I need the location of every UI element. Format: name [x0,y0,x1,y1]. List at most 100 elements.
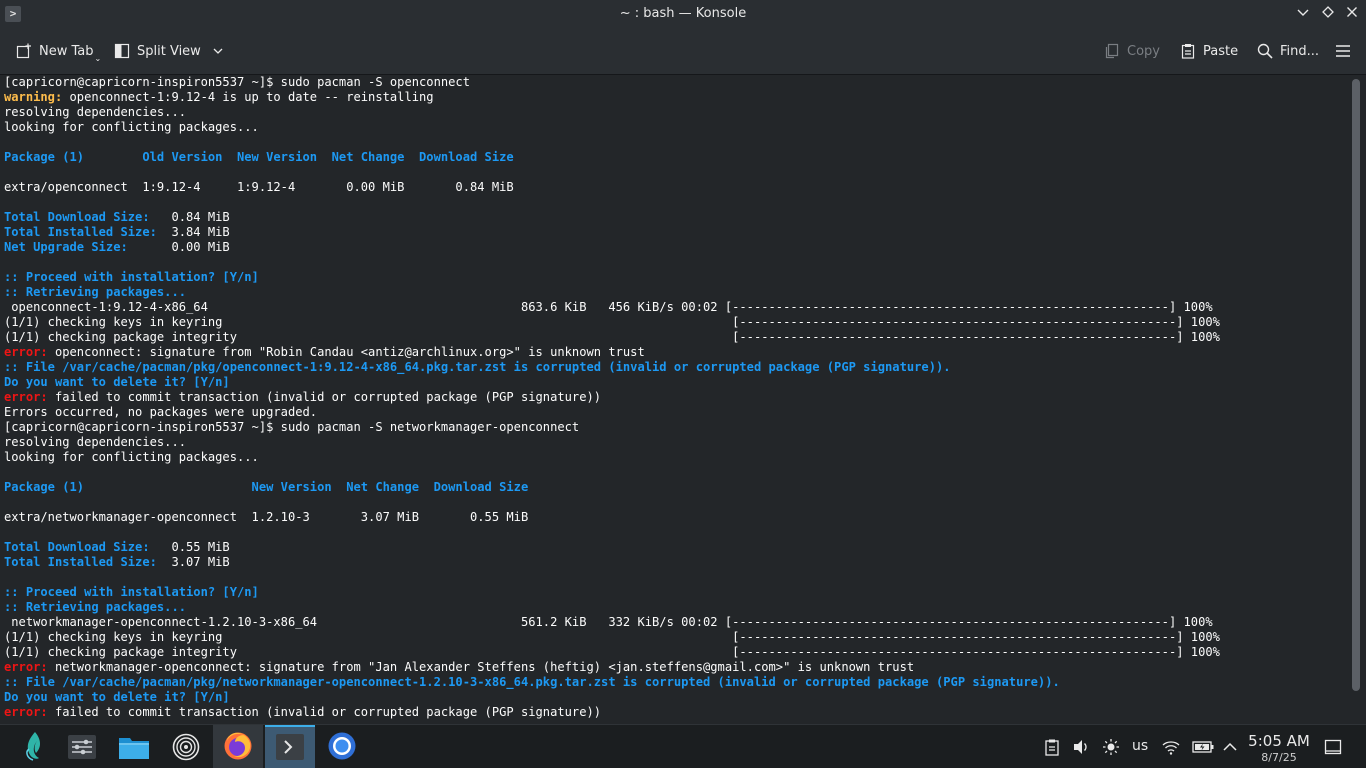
terminal-line: (1/1) checking package integrity [------… [4,330,1220,345]
paste-icon [1181,44,1195,59]
terminal-text-segment: warning: [4,90,63,104]
terminal-text-segment: openconnect-1:9.12-4 is up to date -- re… [62,90,434,104]
new-tab-button[interactable]: New Tab ⌄ [16,37,101,65]
file-manager-button[interactable] [109,725,159,768]
copy-button[interactable]: Copy [1104,37,1160,65]
terminal-text-segment: resolving dependencies... [4,435,187,449]
terminal-line: Total Installed Size: 3.07 MiB [4,555,1220,570]
clock-date[interactable]: 8/7/25 [1248,751,1310,764]
terminal-output: [capricorn@capricorn-inspiron5537 ~]$ su… [4,75,1220,720]
terminal-text-segment: Total Download Size: [4,540,150,554]
paste-button[interactable]: Paste [1180,37,1238,65]
copy-icon [1105,43,1119,59]
terminal-text-segment: 3.84 MiB [156,225,230,239]
terminal-line: Total Download Size: 0.84 MiB [4,210,1220,225]
title-bar[interactable]: > ~ : bash — Konsole [0,0,1366,29]
terminal-text-segment: :: File /var/cache/pacman/pkg/networkman… [4,675,1060,689]
terminal-line: openconnect-1:9.12-4-x86_64 863.6 KiB 45… [4,300,1220,315]
terminal-line: Total Installed Size: 3.84 MiB [4,225,1220,240]
maximize-button[interactable] [1318,4,1338,24]
terminal-line: :: File /var/cache/pacman/pkg/openconnec… [4,360,1220,375]
terminal-text-segment: :: Retrieving packages... [4,600,187,614]
konsole-icon [276,734,304,760]
terminal-line: warning: openconnect-1:9.12-4 is up to d… [4,90,1220,105]
close-button[interactable] [1342,4,1362,24]
hamburger-menu-icon [1336,45,1350,57]
vinyl-app-button[interactable] [161,725,211,768]
show-desktop-icon[interactable] [1324,738,1342,756]
terminal-line: error: networkmanager-openconnect: signa… [4,660,1220,675]
chevron-down-icon [1297,9,1309,16]
terminal-text-segment: (1/1) checking keys in keyring [--------… [4,315,1220,329]
terminal-text-segment: :: Retrieving packages... [4,285,187,299]
volume-icon[interactable] [1072,738,1090,756]
terminal-line: networkmanager-openconnect-1.2.10-3-x86_… [4,615,1220,630]
terminal-text-segment: Total Installed Size: [4,225,157,239]
hamburger-menu-button[interactable] [1335,37,1351,65]
split-view-icon [114,43,130,59]
taskbar: us 5:05 AM 8/7/25 [0,724,1366,768]
terminal-line: resolving dependencies... [4,105,1220,120]
terminal-line: looking for conflicting packages... [4,450,1220,465]
terminal-line: Errors occurred, no packages were upgrad… [4,405,1220,420]
terminal-text-segment: 0.84 MiB [149,210,230,224]
find-button[interactable]: Find... [1257,37,1319,65]
terminal-line: error: failed to commit transaction (inv… [4,705,1220,720]
chromium-button[interactable] [317,725,367,768]
terminal-scrollbar[interactable] [1346,75,1366,724]
terminal-line: [capricorn@capricorn-inspiron5537 ~]$ su… [4,75,1220,90]
terminal-view[interactable]: [capricorn@capricorn-inspiron5537 ~]$ su… [0,75,1346,724]
chevron-up-icon[interactable] [1221,738,1239,756]
system-settings-button[interactable] [57,725,107,768]
battery-icon[interactable] [1192,738,1214,756]
firefox-button[interactable] [213,725,263,768]
terminal-text-segment: Do you want to delete it? [Y/n] [4,690,230,704]
terminal-text-segment: networkmanager-openconnect-1.2.10-3-x86_… [4,615,1213,629]
terminal-text-segment: error: [4,660,48,674]
app-launcher-button[interactable] [9,725,59,768]
terminal-line: ​ [4,165,1220,180]
konsole-task-button[interactable] [265,725,315,768]
paste-label: Paste [1203,43,1239,59]
vinyl-app-icon [172,733,200,761]
new-tab-icon [16,43,31,59]
terminal-line: resolving dependencies... [4,435,1220,450]
terminal-text-segment: Total Download Size: [4,210,150,224]
app-launcher-icon [26,732,41,761]
terminal-text-segment: openconnect-1:9.12-4-x86_64 863.6 KiB 45… [4,300,1213,314]
terminal-text-segment: extra/networkmanager-openconnect 1.2.10-… [4,510,529,524]
terminal-line: :: Proceed with installation? [Y/n] [4,585,1220,600]
terminal-text-segment: extra/openconnect 1:9.12-4 1:9.12-4 0.00… [4,180,514,194]
brightness-icon[interactable] [1102,738,1120,756]
terminal-line: (1/1) checking package integrity [------… [4,645,1220,660]
find-label: Find... [1280,43,1320,59]
terminal-line: extra/openconnect 1:9.12-4 1:9.12-4 0.00… [4,180,1220,195]
wifi-icon[interactable] [1162,738,1180,756]
terminal-line: ​ [4,465,1220,480]
terminal-line: ​ [4,195,1220,210]
terminal-text-segment: 0.00 MiB [127,240,230,254]
minimize-button[interactable] [1293,4,1313,24]
split-view-button[interactable]: Split View [114,37,223,65]
clock-time[interactable]: 5:05 AM [1248,732,1310,750]
terminal-text-segment: Net Upgrade Size: [4,240,128,254]
terminal-text-segment: Package (1) Old Version New Version Net … [4,150,514,164]
dropdown-arrow-icon: ⌄ [94,53,102,63]
clipboard-icon[interactable] [1043,738,1061,756]
terminal-text-segment: (1/1) checking package integrity [------… [4,330,1220,344]
terminal-text-segment: :: Proceed with installation? [Y/n] [4,585,259,599]
terminal-text-segment: Total Installed Size: [4,555,157,569]
terminal-line: Total Download Size: 0.55 MiB [4,540,1220,555]
chevron-down-icon [213,48,223,54]
terminal-line: extra/networkmanager-openconnect 1.2.10-… [4,510,1220,525]
toolbar: New Tab ⌄ Split View Copy Paste Find... [0,29,1366,75]
terminal-text-segment: resolving dependencies... [4,105,187,119]
terminal-line: :: File /var/cache/pacman/pkg/networkman… [4,675,1220,690]
terminal-line: ​ [4,135,1220,150]
scrollbar-thumb[interactable] [1352,79,1360,691]
terminal-line: Package (1) Old Version New Version Net … [4,150,1220,165]
terminal-text-segment: (1/1) checking package integrity [------… [4,645,1220,659]
terminal-text-segment: 3.07 MiB [156,555,230,569]
terminal-line: Net Upgrade Size: 0.00 MiB [4,240,1220,255]
keyboard-layout-indicator[interactable]: us [1132,738,1148,754]
